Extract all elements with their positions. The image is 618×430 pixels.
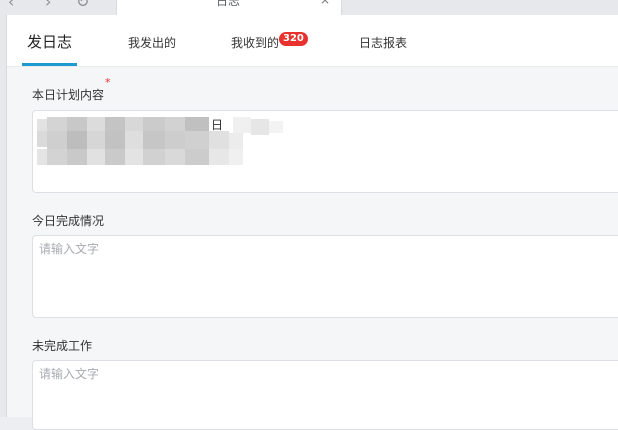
undone-textarea[interactable]: 请输入文字: [32, 360, 618, 430]
browser-toolbar: ‹ › ↻ 日志 ×: [0, 0, 618, 15]
tab-report[interactable]: 日志报表: [359, 34, 407, 51]
refresh-icon[interactable]: ↻: [76, 0, 89, 10]
undone-placeholder: 请输入文字: [39, 367, 100, 381]
done-placeholder: 请输入文字: [39, 242, 100, 256]
back-icon[interactable]: ‹: [8, 0, 14, 10]
browser-tab[interactable]: 日志 ×: [116, 0, 342, 15]
tab-write-log[interactable]: 发日志: [27, 31, 72, 52]
active-tab-indicator: [22, 63, 77, 66]
plan-label: 本日计划内容: [32, 88, 105, 102]
tab-sent[interactable]: 我发出的: [128, 34, 176, 51]
received-count-badge: 320: [279, 32, 308, 46]
tab-received[interactable]: 我收到的: [231, 34, 279, 51]
undone-label: 未完成工作: [32, 339, 93, 353]
plan-textarea[interactable]: 日: [32, 110, 618, 193]
required-mark: *: [105, 76, 111, 89]
tab-bar: 发日志 我发出的 我收到的 320 日志报表: [7, 15, 618, 67]
close-icon[interactable]: ×: [320, 0, 330, 7]
browser-tab-title: 日志: [216, 0, 241, 8]
forward-icon[interactable]: ›: [45, 0, 51, 10]
log-form: 本日计划内容 * 日 今日完成情况 请输入文字 未完成工作 请输入文字: [7, 67, 618, 430]
done-textarea[interactable]: 请输入文字: [32, 235, 618, 318]
blurred-fragment: 日: [211, 118, 224, 132]
done-label: 今日完成情况: [32, 214, 105, 228]
